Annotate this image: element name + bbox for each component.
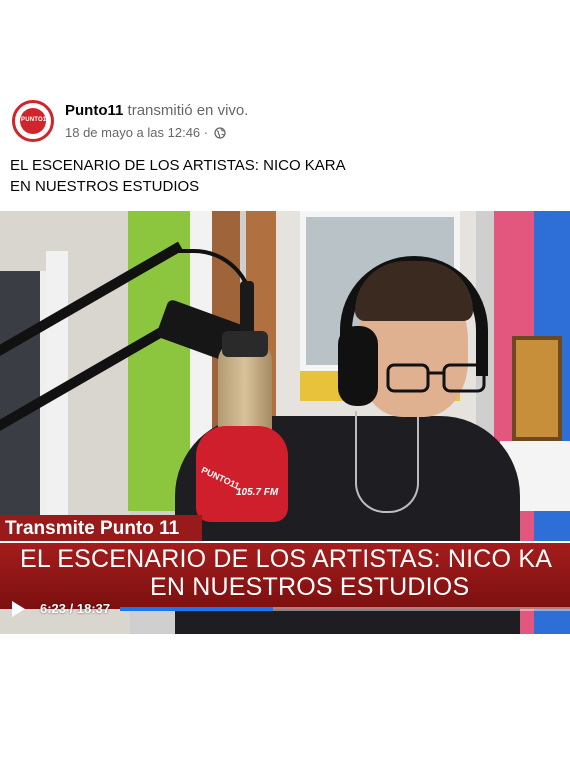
author-name[interactable]: Punto11 <box>65 102 123 119</box>
video-time: 6:23 / 18:37 <box>40 601 111 616</box>
video-player[interactable]: PUNTO11 105.7 FM Transmite Punto 11 EL E… <box>0 211 570 634</box>
avatar-logo-text: PUNTO11 <box>21 117 50 123</box>
play-icon[interactable] <box>12 601 25 617</box>
lower-third-tab-text: Transmite Punto 11 <box>5 518 180 539</box>
progress-fill <box>120 607 273 611</box>
progress-bar[interactable] <box>120 607 570 611</box>
banner-line-2: EN NUESTROS ESTUDIOS <box>150 573 470 601</box>
banner-line-1: EL ESCENARIO DE LOS ARTISTAS: NICO KA <box>20 545 553 573</box>
studio-speaker <box>512 336 562 441</box>
post-meta: 18 de mayo a las 12:46 · <box>65 125 226 141</box>
video-controls: 6:23 / 18:37 <box>0 599 570 629</box>
lower-third-tab: Transmite Punto 11 <box>0 515 202 543</box>
post-timestamp[interactable]: 18 de mayo a las 12:46 <box>65 125 200 140</box>
author-line: Punto11 transmitió en vivo. <box>65 101 248 120</box>
post-text-line-2: EN NUESTROS ESTUDIOS <box>10 178 200 195</box>
glasses <box>386 363 486 393</box>
mic-cap <box>222 331 268 357</box>
post-text-line-1: EL ESCENARIO DE LOS ARTISTAS: NICO KARA <box>10 157 346 174</box>
page-avatar[interactable]: PUNTO11 <box>12 100 54 142</box>
headphones-cup <box>338 326 378 406</box>
mic-flag-frequency: 105.7 FM <box>236 487 279 498</box>
post-text: EL ESCENARIO DE LOS ARTISTAS: NICO KARA … <box>10 155 550 197</box>
globe-icon[interactable] <box>214 127 226 139</box>
author-action: transmitió en vivo. <box>123 102 249 119</box>
post-header: PUNTO11 Punto11 transmitió en vivo. 18 d… <box>10 98 560 148</box>
meta-separator: · <box>203 125 209 140</box>
person-necklace <box>355 411 419 513</box>
